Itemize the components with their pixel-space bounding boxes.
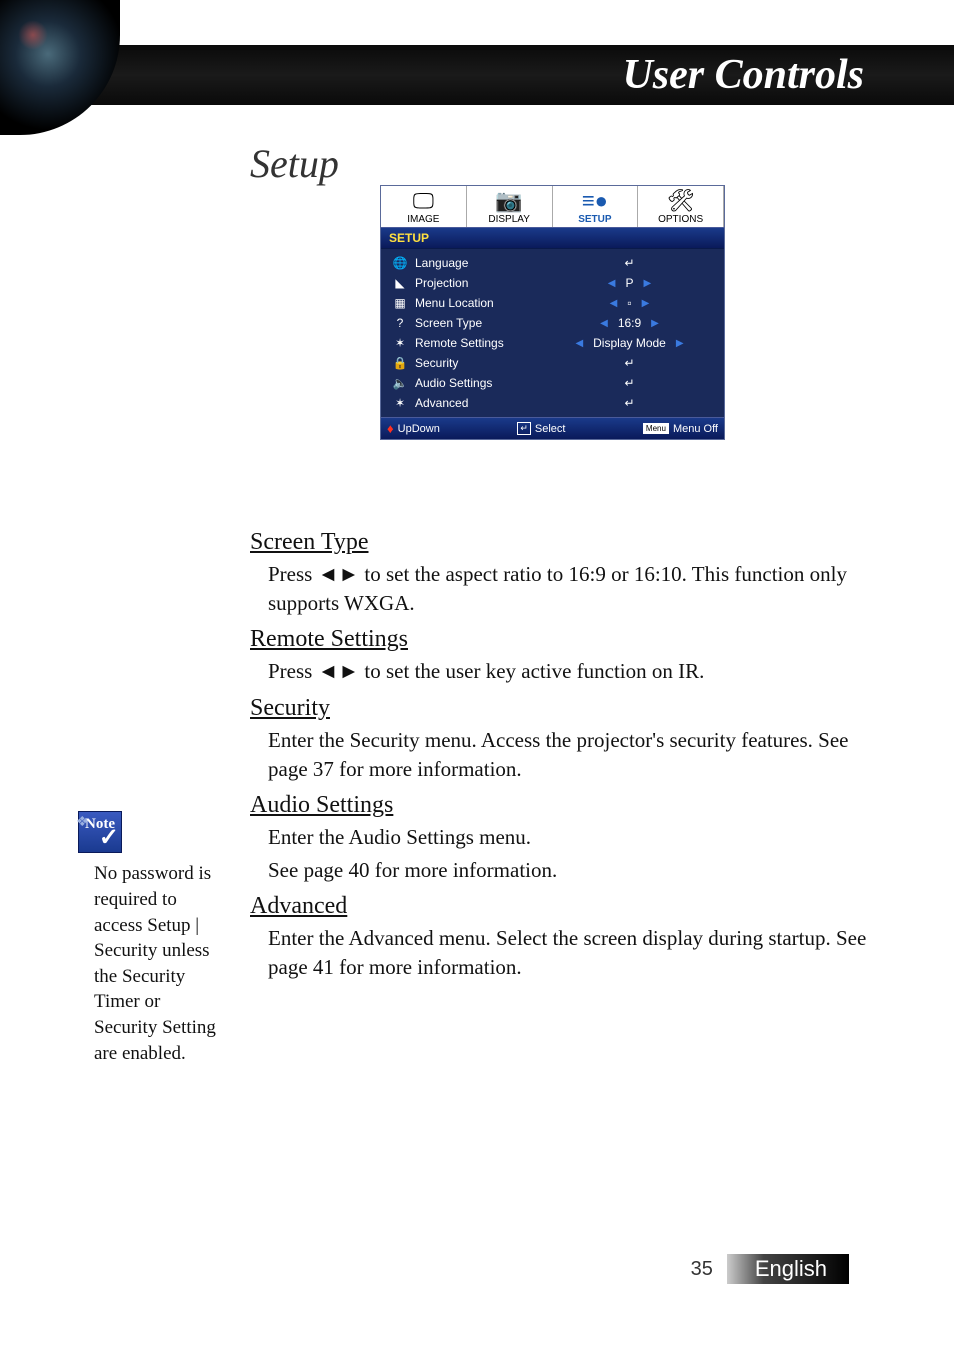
row-value: ↵ xyxy=(545,256,714,270)
footer-updown-label: UpDown xyxy=(398,423,440,435)
osd-bar: SETUP xyxy=(381,227,724,249)
osd-tabs: 🖵 IMAGE 📷 DISPLAY ≡● SETUP 🛠 OPTIONS xyxy=(381,186,724,227)
row-label: Language xyxy=(415,256,545,270)
subsection-heading: Screen Type xyxy=(250,526,870,558)
row-value-text: P xyxy=(625,276,633,290)
section-title: Setup xyxy=(250,140,339,187)
row-value: ↵ xyxy=(545,396,714,410)
osd-row[interactable]: 🌐 Language ↵ xyxy=(381,253,724,273)
enter-icon: ↵ xyxy=(517,422,531,435)
arrow-left-icon: ◀ xyxy=(608,278,616,289)
osd-tab-label: SETUP xyxy=(578,214,611,225)
osd-row[interactable]: 🔈 Audio Settings ↵ xyxy=(381,373,724,393)
osd-tab-setup[interactable]: ≡● SETUP xyxy=(553,186,639,227)
subsection-heading: Security xyxy=(250,692,870,724)
osd-panel: 🖵 IMAGE 📷 DISPLAY ≡● SETUP 🛠 OPTIONS SET… xyxy=(380,185,725,440)
arrow-right-icon: ▶ xyxy=(644,278,652,289)
tools-icon: 🛠 xyxy=(638,190,723,212)
subsection-heading: Audio Settings xyxy=(250,789,870,821)
arrow-right-icon: ▶ xyxy=(676,338,684,349)
row-value: ◀ P ▶ xyxy=(545,276,714,290)
row-icon: 🔈 xyxy=(391,376,409,390)
subsection-paragraph: Enter the Advanced menu. Select the scre… xyxy=(268,924,870,981)
header-title: User Controls xyxy=(622,51,864,99)
row-value: ↵ xyxy=(545,356,714,370)
osd-row[interactable]: ? Screen Type ◀ 16:9 ▶ xyxy=(381,313,724,333)
osd-footer: ♦ UpDown ↵ Select Menu Menu Off xyxy=(381,417,724,439)
note-body: No password is required to access Setup … xyxy=(94,861,228,1066)
row-value-text: ▫ xyxy=(627,296,631,310)
subsection-paragraph: See page 40 for more information. xyxy=(268,856,870,884)
osd-row[interactable]: ✶ Remote Settings ◀ Display Mode ▶ xyxy=(381,333,724,353)
lens-decoration xyxy=(0,0,120,135)
row-icon: ✶ xyxy=(391,336,409,350)
monitor-icon: 🖵 xyxy=(381,190,466,212)
enter-icon: ↵ xyxy=(624,356,634,370)
sliders-icon: ≡● xyxy=(553,190,638,212)
row-icon: ✶ xyxy=(391,396,409,410)
row-value: ◀ 16:9 ▶ xyxy=(545,316,714,330)
row-value-text: Display Mode xyxy=(593,336,666,350)
footer-menu: Menu Menu Off xyxy=(643,421,718,436)
language-chip: English xyxy=(727,1254,849,1284)
subsection-paragraph: Enter the Audio Settings menu. xyxy=(268,823,870,851)
footer-updown: ♦ UpDown xyxy=(387,421,440,436)
row-value: ↵ xyxy=(545,376,714,390)
osd-tab-label: DISPLAY xyxy=(488,214,530,225)
row-icon: 🌐 xyxy=(391,256,409,270)
row-value: ◀ Display Mode ▶ xyxy=(545,336,714,350)
header-band: User Controls xyxy=(0,45,954,105)
body-text: Screen TypePress ◄► to set the aspect ra… xyxy=(250,520,870,985)
page-number: 35 xyxy=(691,1258,713,1281)
row-label: Menu Location xyxy=(415,296,545,310)
row-value: ◀ ▫ ▶ xyxy=(545,296,714,310)
page-footer: 35 English xyxy=(0,1254,954,1284)
row-value-text: 16:9 xyxy=(618,316,641,330)
arrow-left-icon: ◀ xyxy=(575,338,583,349)
osd-row[interactable]: 🔒 Security ↵ xyxy=(381,353,724,373)
note-box: Note ❖ No password is required to access… xyxy=(78,810,228,1066)
osd-row[interactable]: ◣ Projection ◀ P ▶ xyxy=(381,273,724,293)
bullet-icon: ❖ xyxy=(76,814,89,833)
row-icon: ▦ xyxy=(391,296,409,310)
osd-tab-label: IMAGE xyxy=(407,214,439,225)
row-label: Screen Type xyxy=(415,316,545,330)
row-icon: ? xyxy=(391,316,409,330)
row-label: Remote Settings xyxy=(415,336,545,350)
osd-body: 🌐 Language ↵ ◣ Projection ◀ P ▶ ▦ Menu Location ◀ ▫… xyxy=(381,249,724,417)
osd-tab-options[interactable]: 🛠 OPTIONS xyxy=(638,186,724,227)
subsection-paragraph: Press ◄► to set the aspect ratio to 16:9… xyxy=(268,560,870,617)
row-icon: ◣ xyxy=(391,276,409,290)
subsection-heading: Remote Settings xyxy=(250,623,870,655)
subsection-paragraph: Press ◄► to set the user key active func… xyxy=(268,657,870,685)
row-label: Audio Settings xyxy=(415,376,545,390)
osd-tab-label: OPTIONS xyxy=(658,214,703,225)
arrow-right-icon: ▶ xyxy=(651,318,659,329)
updown-icon: ♦ xyxy=(387,421,394,436)
menu-chip: Menu xyxy=(643,423,669,434)
row-icon: 🔒 xyxy=(391,356,409,370)
row-label: Projection xyxy=(415,276,545,290)
footer-menu-label: Menu Off xyxy=(673,423,718,435)
footer-select: ↵ Select xyxy=(517,421,565,436)
enter-icon: ↵ xyxy=(624,256,634,270)
row-label: Security xyxy=(415,356,545,370)
camera-icon: 📷 xyxy=(467,190,552,212)
row-label: Advanced xyxy=(415,396,545,410)
osd-tab-display[interactable]: 📷 DISPLAY xyxy=(467,186,553,227)
arrow-right-icon: ▶ xyxy=(642,298,650,309)
subsection-paragraph: Enter the Security menu. Access the proj… xyxy=(268,726,870,783)
osd-row[interactable]: ✶ Advanced ↵ xyxy=(381,393,724,413)
osd-tab-image[interactable]: 🖵 IMAGE xyxy=(381,186,467,227)
arrow-left-icon: ◀ xyxy=(600,318,608,329)
footer-select-label: Select xyxy=(535,423,566,435)
subsection-heading: Advanced xyxy=(250,890,870,922)
enter-icon: ↵ xyxy=(624,396,634,410)
arrow-left-icon: ◀ xyxy=(610,298,618,309)
enter-icon: ↵ xyxy=(624,376,634,390)
osd-row[interactable]: ▦ Menu Location ◀ ▫ ▶ xyxy=(381,293,724,313)
